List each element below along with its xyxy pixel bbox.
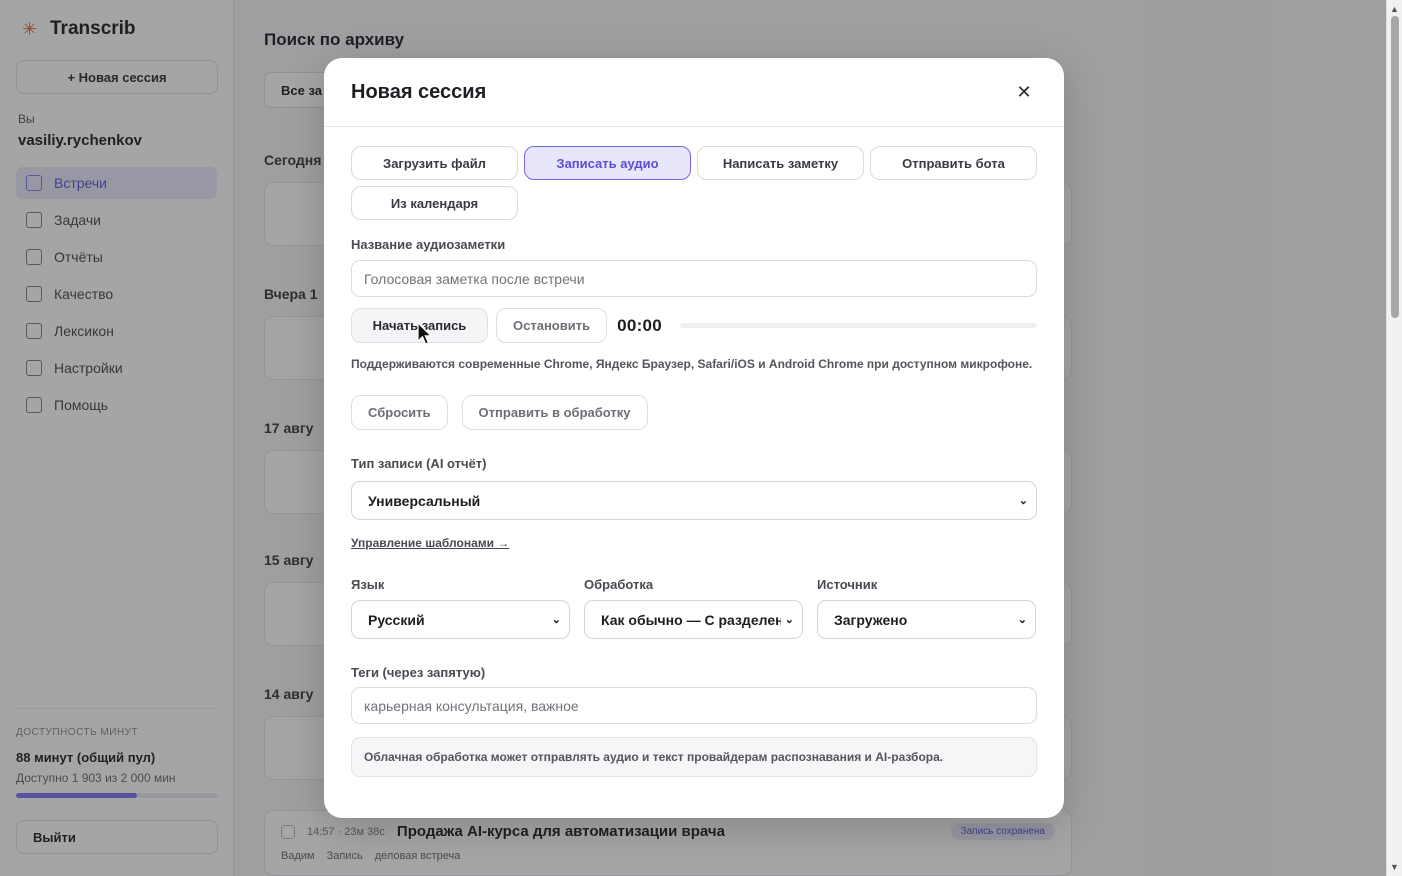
recording-controls: Начать запись Остановить 00:00 bbox=[351, 308, 1037, 343]
source-tabs: Загрузить файл Записать аудио Написать з… bbox=[351, 146, 1037, 220]
mouse-cursor-icon bbox=[417, 322, 433, 345]
new-session-modal: Новая сессия ✕ Загрузить файл Записать а… bbox=[324, 58, 1064, 818]
browser-support-hint: Поддерживаются современные Chrome, Яндек… bbox=[351, 357, 1033, 371]
close-icon[interactable]: ✕ bbox=[1011, 79, 1037, 105]
submit-controls: Сбросить Отправить в обработку bbox=[351, 395, 1037, 430]
record-type-value: Универсальный bbox=[368, 492, 481, 509]
tags-label: Теги (через запятую) bbox=[351, 665, 486, 680]
scroll-down-icon[interactable]: ▼ bbox=[1390, 862, 1399, 872]
cloud-processing-notice: Облачная обработка может отправлять ауди… bbox=[351, 737, 1037, 777]
record-type-label: Тип записи (AI отчёт) bbox=[351, 456, 487, 471]
modal-title: Новая сессия bbox=[351, 80, 487, 103]
processing-field: Обработка Как обычно — С разделением ⌄ bbox=[584, 577, 803, 639]
record-type-select[interactable]: Универсальный ⌄ bbox=[351, 481, 1037, 520]
options-row: Язык Русский ⌄ Обработка Как обычно — С … bbox=[351, 577, 1037, 639]
language-value: Русский bbox=[368, 611, 425, 628]
processing-value: Как обычно — С разделением bbox=[601, 611, 781, 628]
reset-button[interactable]: Сбросить bbox=[351, 395, 448, 430]
modal-header: Новая сессия ✕ bbox=[324, 58, 1064, 127]
processing-label: Обработка bbox=[584, 577, 654, 592]
tags-input[interactable]: карьерная консультация, важное bbox=[351, 687, 1037, 724]
language-select[interactable]: Русский ⌄ bbox=[351, 600, 570, 639]
scroll-up-icon[interactable]: ▲ bbox=[1390, 4, 1399, 14]
chevron-down-icon: ⌄ bbox=[1018, 495, 1028, 507]
tab-record-audio[interactable]: Записать аудио bbox=[524, 146, 691, 180]
source-label: Источник bbox=[817, 577, 878, 592]
language-label: Язык bbox=[351, 577, 385, 592]
modal-body: Загрузить файл Записать аудио Написать з… bbox=[324, 127, 1064, 777]
note-name-label: Название аудиозаметки bbox=[351, 237, 506, 252]
tab-write-note[interactable]: Написать заметку bbox=[697, 146, 864, 180]
chevron-down-icon: ⌄ bbox=[1017, 614, 1027, 626]
recording-timer: 00:00 bbox=[617, 315, 663, 335]
page-scrollbar[interactable]: ▲ ▼ bbox=[1386, 0, 1402, 876]
chevron-down-icon: ⌄ bbox=[784, 614, 794, 626]
audio-level-bar bbox=[680, 323, 1037, 328]
processing-select[interactable]: Как обычно — С разделением ⌄ bbox=[584, 600, 803, 639]
stop-recording-button[interactable]: Остановить bbox=[496, 308, 608, 343]
tab-upload-file[interactable]: Загрузить файл bbox=[351, 146, 518, 180]
tab-from-calendar[interactable]: Из календаря bbox=[351, 186, 518, 220]
source-field: Источник Загружено ⌄ bbox=[817, 577, 1036, 639]
note-name-input[interactable]: Голосовая заметка после встречи bbox=[351, 260, 1037, 297]
tab-send-bot[interactable]: Отправить бота bbox=[870, 146, 1037, 180]
manage-templates-link[interactable]: Управление шаблонами → bbox=[351, 536, 1037, 550]
source-select[interactable]: Загружено ⌄ bbox=[817, 600, 1036, 639]
submit-processing-button[interactable]: Отправить в обработку bbox=[461, 395, 648, 430]
scroll-thumb[interactable] bbox=[1391, 16, 1399, 318]
source-value: Загружено bbox=[834, 611, 908, 628]
language-field: Язык Русский ⌄ bbox=[351, 577, 570, 639]
chevron-down-icon: ⌄ bbox=[551, 614, 561, 626]
